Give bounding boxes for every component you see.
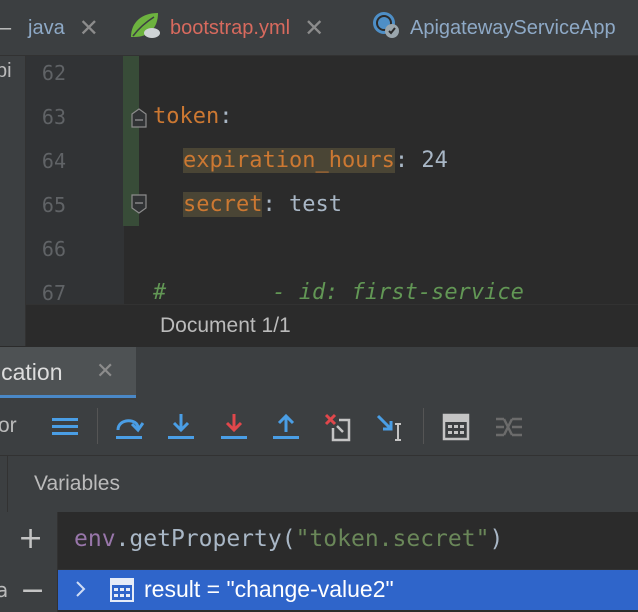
yaml-value: : 24 xyxy=(394,148,448,173)
debug-tab-bar: ication ✕ xyxy=(0,346,638,399)
tab-overflow-dash: – xyxy=(0,17,12,39)
line-number: 66 xyxy=(41,237,66,261)
fold-collapse-icon[interactable] xyxy=(131,108,147,128)
code-line-63: token: xyxy=(153,104,232,129)
expression-method: getProperty( xyxy=(129,526,296,552)
code-line-64: expiration_hours: 24 xyxy=(183,148,448,173)
line-number: 62 xyxy=(41,61,66,85)
chevron-right-icon[interactable] xyxy=(74,578,88,600)
toolbar-label: or xyxy=(0,414,17,437)
expression-text: env.getProperty("token.secret") xyxy=(74,526,503,552)
toolbar-separator xyxy=(423,408,424,444)
variables-header: Variables xyxy=(0,456,638,512)
yaml-key: secret xyxy=(183,192,263,217)
editor-tab-bar: – java ✕ bootstrap.yml ✕ ApigatewayServi… xyxy=(0,0,638,56)
tab-bootstrap-yml[interactable]: bootstrap.yml ✕ xyxy=(128,0,324,56)
spring-leaf-icon xyxy=(128,10,162,46)
remove-watch-icon[interactable]: − xyxy=(20,576,45,606)
yaml-colon: : xyxy=(219,104,233,129)
tab-label: bootstrap.yml xyxy=(170,16,291,39)
yaml-key: expiration_hours xyxy=(183,148,395,173)
editor-breadcrumb[interactable]: Document 1/1 xyxy=(26,304,638,346)
yaml-key: token xyxy=(153,104,220,129)
line-number: 63 xyxy=(41,105,66,129)
document-indicator: Document 1/1 xyxy=(160,314,291,337)
tab-debug-application[interactable]: ication ✕ xyxy=(0,347,136,399)
line-number: 64 xyxy=(41,149,66,173)
close-icon[interactable]: ✕ xyxy=(79,14,99,43)
result-tree-row[interactable]: result = "change-value2" xyxy=(58,570,638,610)
tab-label: java xyxy=(28,16,65,39)
close-icon[interactable]: ✕ xyxy=(96,359,114,384)
tab-java-file[interactable]: – java ✕ xyxy=(0,0,99,56)
result-value: result = "change-value2" xyxy=(144,576,394,602)
line-number: 65 xyxy=(41,193,66,217)
expression-close: ) xyxy=(489,526,504,552)
code-line-65: secret: test xyxy=(183,192,342,217)
spring-app-icon xyxy=(370,9,402,47)
calculator-icon xyxy=(110,578,134,602)
editor-gutter xyxy=(26,56,124,304)
yaml-value: : test xyxy=(262,192,342,217)
expression-argument: "token.secret" xyxy=(295,526,490,552)
expression-object: env xyxy=(74,526,116,552)
project-panel-edge[interactable]: pi xyxy=(0,56,26,346)
run-to-cursor-icon[interactable] xyxy=(375,412,405,442)
evaluate-expression-icon[interactable] xyxy=(441,412,471,442)
frames-panel-edge[interactable] xyxy=(0,456,8,512)
trace-stream-icon[interactable] xyxy=(494,412,524,442)
tab-label: ApigatewayServiceApp xyxy=(410,16,616,39)
step-out-icon[interactable] xyxy=(271,412,301,442)
add-watch-icon[interactable]: + xyxy=(18,524,43,554)
variables-title: Variables xyxy=(34,472,120,495)
debug-toolbar: or xyxy=(0,398,638,456)
fold-end-icon[interactable] xyxy=(131,194,147,214)
code-editor[interactable]: 62 63 64 65 66 67 token: expiration_hour… xyxy=(26,56,638,304)
project-panel-label: pi xyxy=(0,60,12,82)
code-line-67: # - id: first-service xyxy=(153,280,524,304)
tab-label: ication xyxy=(0,359,63,385)
watch-expression-input[interactable]: env.getProperty("token.secret") xyxy=(58,512,638,570)
drop-frame-icon[interactable] xyxy=(323,412,353,442)
layout-menu-icon[interactable] xyxy=(50,412,80,442)
close-icon[interactable]: ✕ xyxy=(304,14,324,43)
expression-dot: . xyxy=(115,526,130,552)
toolbar-separator xyxy=(97,408,98,444)
frames-label: a xyxy=(0,578,9,602)
force-step-into-icon[interactable] xyxy=(219,412,249,442)
tab-apigateway-service-app[interactable]: ApigatewayServiceApp xyxy=(370,0,616,56)
variables-side-toolbar: + − a xyxy=(0,512,58,612)
step-over-icon[interactable] xyxy=(114,412,144,442)
line-number: 67 xyxy=(41,281,66,304)
step-into-icon[interactable] xyxy=(166,412,196,442)
